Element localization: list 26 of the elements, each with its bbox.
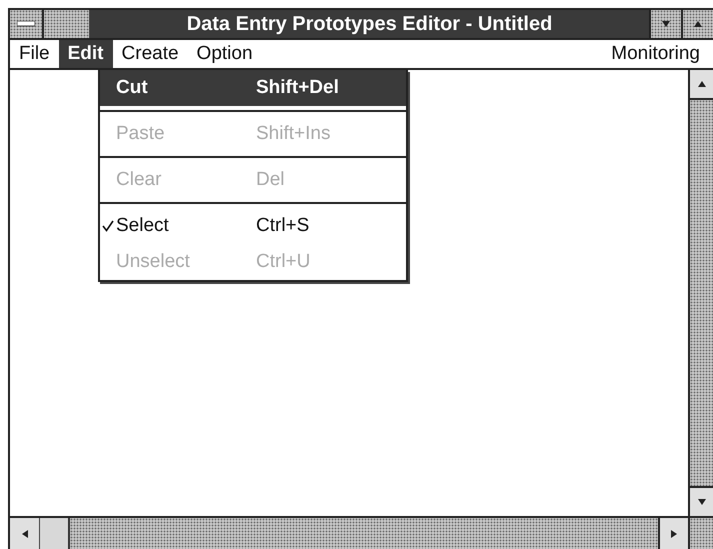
right-arrow-icon (669, 528, 679, 538)
scroll-down-button[interactable] (690, 486, 713, 516)
scroll-up-button[interactable] (690, 70, 713, 100)
up-arrow-icon (696, 79, 706, 89)
menu-item[interactable]: File (10, 40, 59, 68)
menu-option[interactable]: Select Ctrl+S (100, 208, 406, 244)
scroll-left-button[interactable] (10, 518, 40, 549)
up-arrow-icon (693, 19, 703, 29)
maximize-button[interactable] (681, 10, 713, 38)
menu-item[interactable]: Edit (58, 40, 113, 68)
down-arrow-icon (661, 19, 671, 29)
window-title: Data Entry Prototypes Editor - Untitled (186, 12, 552, 37)
menu-option[interactable]: Cut Shift+Del (100, 70, 406, 106)
menu-item[interactable]: Monitoring (602, 40, 709, 68)
down-arrow-icon (696, 497, 706, 507)
minimize-button[interactable] (649, 10, 681, 38)
vertical-scrollbar[interactable] (688, 70, 713, 516)
minus-icon (17, 21, 35, 27)
menu-item[interactable]: Option (188, 40, 262, 68)
system-menu-button[interactable] (10, 10, 44, 38)
scroll-right-button[interactable] (658, 518, 688, 549)
scroll-thumb[interactable] (40, 518, 70, 549)
menu-item[interactable]: Create (112, 40, 188, 68)
checkmark-icon (102, 220, 114, 232)
horizontal-scrollbar[interactable] (10, 518, 688, 549)
left-arrow-icon (20, 528, 30, 538)
